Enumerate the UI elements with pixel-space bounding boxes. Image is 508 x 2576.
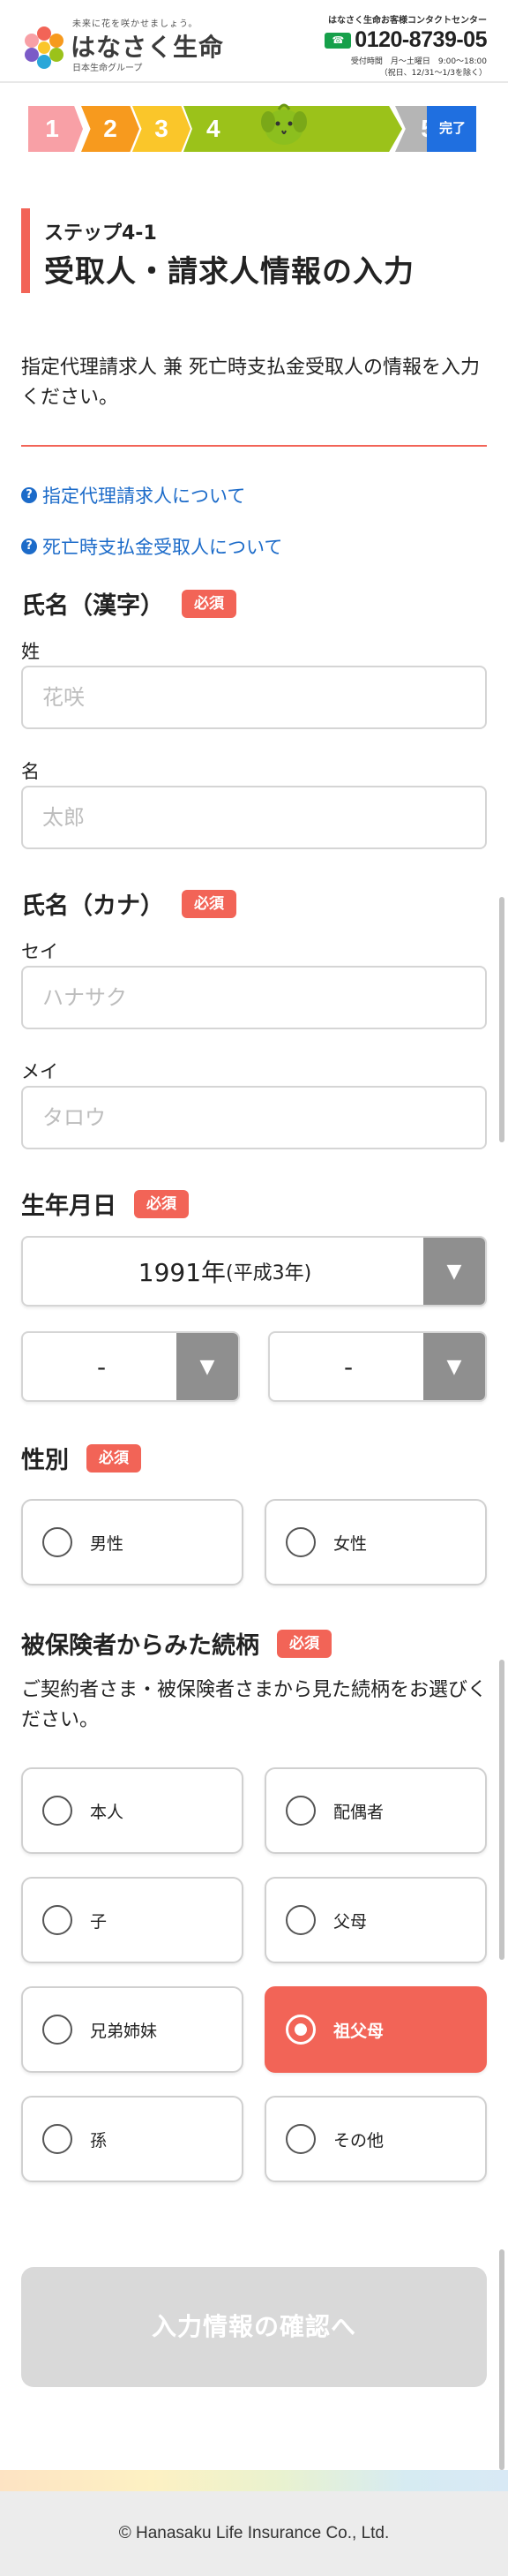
- required-badge: 必須: [182, 889, 236, 918]
- birth-day-select[interactable]: - ▼: [268, 1331, 487, 1402]
- first-name-kanji-label: 名: [21, 761, 40, 782]
- help-link-proxy-claimant[interactable]: ? 指定代理請求人について: [21, 482, 245, 508]
- help-link-label: 指定代理請求人について: [42, 486, 246, 507]
- gender-option-label: 女性: [333, 1533, 368, 1554]
- radio-unchecked-icon: [286, 1527, 316, 1557]
- step-complete: 完了: [427, 106, 476, 152]
- relationship-option-label: 兄弟姉妹: [90, 2021, 158, 2041]
- mascot-icon: [261, 103, 307, 145]
- site-header: 未来に花を咲かせましょう。 はなさく生命 日本生命グループ はなさく生命お客様コ…: [0, 0, 508, 83]
- radio-unchecked-icon: [286, 2124, 316, 2154]
- page-title: 受取人・請求人情報の入力: [44, 254, 415, 290]
- last-name-kana-label: セイ: [21, 941, 58, 962]
- radio-unchecked-icon: [42, 2124, 72, 2154]
- chevron-down-icon: ▼: [423, 1238, 485, 1305]
- relationship-option-label: その他: [333, 2130, 385, 2150]
- relationship-option-label: 子: [90, 1911, 108, 1932]
- gender-option-label: 男性: [90, 1533, 124, 1554]
- step-2: 2: [81, 106, 139, 152]
- relationship-option-child[interactable]: 子: [21, 1877, 243, 1963]
- contact-holiday: （祝日、12/31〜1/3を除く）: [379, 69, 487, 78]
- brand-name: はなさく生命: [71, 33, 225, 62]
- birthdate-label: 生年月日: [21, 1193, 116, 1220]
- birth-month-value: -: [96, 1352, 107, 1382]
- contact-title: はなさく生命お客様コンタクトセンター: [328, 16, 487, 26]
- section-divider: [21, 445, 487, 447]
- footer-copyright: © Hanasaku Life Insurance Co., Ltd.: [0, 2491, 508, 2576]
- required-badge: 必須: [86, 1443, 141, 1473]
- relationship-option-label: 父母: [333, 1911, 368, 1932]
- step-subtitle: ステップ4-1: [44, 222, 157, 245]
- gender-option-female[interactable]: 女性: [265, 1499, 487, 1586]
- relationship-label: 被保険者からみた続柄: [21, 1632, 259, 1660]
- flower-logo-icon: [25, 26, 64, 69]
- relationship-option-self[interactable]: 本人: [21, 1767, 243, 1854]
- brand-logo[interactable]: 未来に花を咲かせましょう。 はなさく生命 日本生命グループ: [21, 12, 250, 74]
- scrollbar-thumb[interactable]: [499, 1660, 504, 1960]
- contact-center: はなさく生命お客様コンタクトセンター ☎ 0120-8739-05 受付時間 月…: [319, 12, 487, 78]
- radio-checked-icon: [286, 2015, 316, 2045]
- birth-era-value: (平成3年): [226, 1262, 312, 1284]
- relationship-option-label: 配偶者: [333, 1802, 385, 1822]
- birth-year-value: 1991年: [138, 1258, 227, 1287]
- title-accent-bar: [21, 208, 30, 293]
- radio-unchecked-icon: [286, 1796, 316, 1826]
- confirm-button[interactable]: 入力情報の確認へ: [21, 2267, 487, 2387]
- radio-unchecked-icon: [42, 2015, 72, 2045]
- relationship-option-other[interactable]: その他: [265, 2096, 487, 2182]
- step-1: 1: [28, 106, 83, 152]
- radio-unchecked-icon: [42, 1905, 72, 1935]
- relationship-option-label: 本人: [90, 1802, 124, 1822]
- first-name-kana-input[interactable]: [21, 1086, 487, 1149]
- birth-year-select[interactable]: 1991年 (平成3年) ▼: [21, 1236, 487, 1307]
- scrollbar-thumb[interactable]: [499, 897, 504, 1142]
- step-3: 3: [132, 106, 190, 152]
- birthdate-heading: 生年月日 必須: [21, 1186, 189, 1221]
- radio-unchecked-icon: [42, 1527, 72, 1557]
- name-kana-heading: 氏名（カナ） 必須: [21, 886, 236, 921]
- gender-label: 性別: [21, 1447, 69, 1474]
- intro-text: 指定代理請求人 兼 死亡時支払金受取人の情報を入力ください。: [21, 357, 480, 409]
- contact-hours: 受付時間 月〜土曜日 9:00〜18:00: [350, 57, 487, 66]
- scrollbar-thumb[interactable]: [499, 2249, 504, 2470]
- relationship-note: ご契約者さま・被保険者さまから見た続柄をお選びください。: [21, 1679, 488, 1731]
- first-name-kana-label: メイ: [21, 1061, 58, 1082]
- relationship-option-label: 祖父母: [333, 2021, 385, 2041]
- gender-heading: 性別 必須: [21, 1441, 141, 1475]
- relationship-option-spouse[interactable]: 配偶者: [265, 1767, 487, 1854]
- last-name-kana-input[interactable]: [21, 966, 487, 1029]
- relationship-option-siblings[interactable]: 兄弟姉妹: [21, 1986, 243, 2073]
- required-badge: 必須: [277, 1629, 332, 1658]
- freedial-icon: ☎: [325, 32, 352, 49]
- footer-gradient-band: [0, 2470, 508, 2491]
- required-badge: 必須: [182, 589, 236, 618]
- help-link-death-beneficiary[interactable]: ? 死亡時支払金受取人について: [21, 533, 282, 560]
- relationship-option-grandchild[interactable]: 孫: [21, 2096, 243, 2182]
- relationship-option-grandparents[interactable]: 祖父母: [265, 1986, 487, 2073]
- question-icon: ?: [21, 539, 37, 554]
- name-kanji-heading: 氏名（漢字） 必須: [21, 586, 236, 621]
- relationship-option-parents[interactable]: 父母: [265, 1877, 487, 1963]
- contact-phone[interactable]: 0120-8739-05: [355, 27, 487, 53]
- brand-group: 日本生命グループ: [72, 64, 143, 73]
- name-kana-label: 氏名（カナ）: [21, 893, 164, 920]
- progress-steps: 1 2 3 4 5 完了: [28, 106, 476, 152]
- relationship-heading: 被保険者からみた続柄 必須: [21, 1626, 332, 1661]
- help-link-label: 死亡時支払金受取人について: [42, 537, 283, 558]
- chevron-down-icon: ▼: [176, 1333, 238, 1400]
- radio-unchecked-icon: [42, 1796, 72, 1826]
- birth-month-select[interactable]: - ▼: [21, 1331, 240, 1402]
- question-icon: ?: [21, 487, 37, 503]
- chevron-down-icon: ▼: [423, 1333, 485, 1400]
- last-name-kanji-input[interactable]: [21, 666, 487, 729]
- name-kanji-label: 氏名（漢字）: [21, 592, 164, 620]
- gender-option-male[interactable]: 男性: [21, 1499, 243, 1586]
- required-badge: 必須: [134, 1189, 189, 1218]
- last-name-kanji-label: 姓: [21, 641, 40, 662]
- first-name-kanji-input[interactable]: [21, 786, 487, 849]
- radio-unchecked-icon: [286, 1905, 316, 1935]
- brand-tagline: 未来に花を咲かせましょう。: [72, 19, 198, 29]
- relationship-option-label: 孫: [90, 2130, 108, 2150]
- birth-day-value: -: [343, 1352, 354, 1382]
